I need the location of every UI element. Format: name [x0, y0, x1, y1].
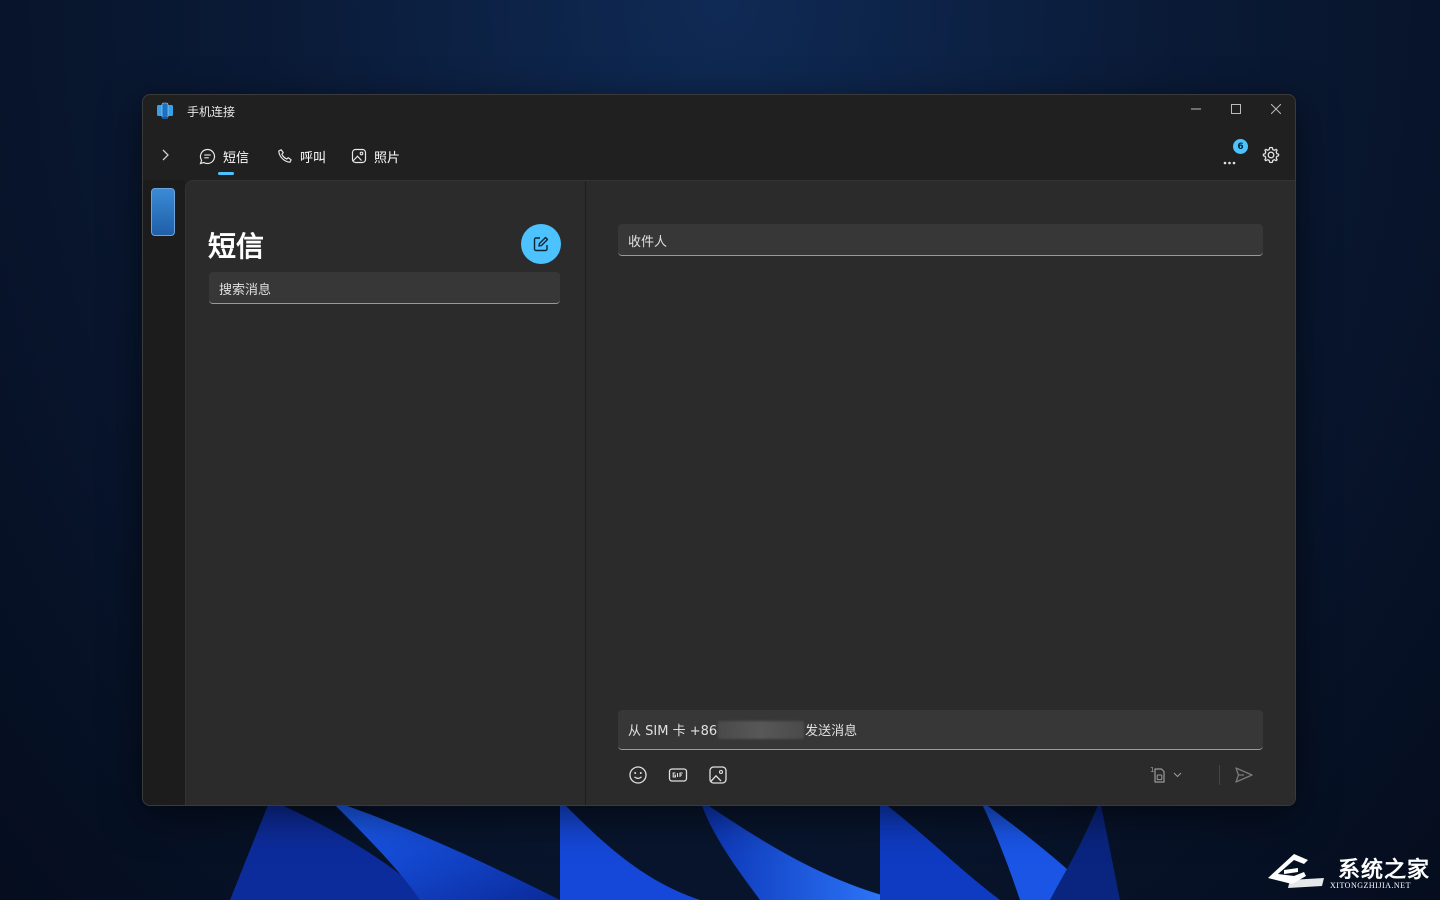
- active-tab-indicator: [218, 172, 234, 175]
- close-button[interactable]: [1256, 95, 1295, 123]
- toolbar-separator: [1219, 765, 1220, 785]
- emoji-button[interactable]: [626, 763, 650, 787]
- recipient-input[interactable]: 收件人: [618, 224, 1263, 256]
- page-title: 短信: [208, 230, 265, 263]
- chat-bubble-icon: [199, 148, 216, 164]
- notification-badge: 6: [1233, 139, 1248, 154]
- chevron-down-icon: [1173, 772, 1182, 778]
- tab-messages-label: 短信: [223, 150, 250, 166]
- send-button[interactable]: [1231, 763, 1257, 787]
- send-icon: [1235, 767, 1253, 783]
- search-placeholder: 搜索消息: [219, 283, 272, 298]
- tab-photos[interactable]: 照片: [351, 143, 400, 169]
- composer-suffix: 发送消息: [805, 724, 858, 739]
- title-bar[interactable]: 手机连接: [143, 95, 1295, 127]
- image-icon: [709, 766, 727, 784]
- message-composer-input[interactable]: 从 SIM 卡 +86 发送消息: [618, 710, 1263, 750]
- phone-icon: [278, 149, 292, 163]
- connected-phone-thumbnail[interactable]: [151, 188, 175, 236]
- watermark-url: XITONGZHIJIA.NET: [1330, 881, 1411, 890]
- app-title: 手机连接: [187, 105, 236, 119]
- expand-sidebar-button[interactable]: [153, 143, 177, 167]
- minimize-icon: [1191, 108, 1201, 110]
- maximize-button[interactable]: [1216, 95, 1256, 123]
- gif-button[interactable]: [666, 763, 690, 787]
- tab-calls[interactable]: 呼叫: [277, 143, 326, 169]
- gif-icon: [668, 768, 688, 782]
- emoji-icon: [629, 766, 647, 784]
- watermark-name: 系统之家: [1338, 858, 1431, 883]
- tab-calls-label: 呼叫: [300, 150, 327, 166]
- settings-button[interactable]: [1259, 143, 1283, 167]
- nav-bar: 短信 呼叫 照片: [143, 135, 1295, 179]
- compose-icon: [533, 236, 549, 252]
- recipient-placeholder: 收件人: [628, 235, 668, 250]
- redacted-phone-number: [718, 720, 805, 739]
- new-message-button[interactable]: [521, 224, 561, 264]
- attach-image-button[interactable]: [706, 763, 730, 787]
- tab-messages[interactable]: 短信: [199, 143, 249, 169]
- maximize-icon: [1231, 104, 1241, 114]
- close-icon: [1271, 104, 1281, 114]
- search-messages-input[interactable]: 搜索消息: [209, 272, 560, 304]
- image-icon: [351, 148, 367, 164]
- phone-link-app-icon: [157, 102, 173, 119]
- sim-selector-dropdown[interactable]: 1: [1147, 763, 1191, 787]
- sim-card-icon: 1: [1150, 766, 1165, 783]
- main-content: 短信 搜索消息 收件人 从 SIM 卡 +86 发送消息 1: [185, 180, 1295, 805]
- message-list-pane: 短信 搜索消息: [186, 181, 585, 805]
- composer-prefix: 从 SIM 卡 +86: [628, 724, 718, 739]
- conversation-pane: 收件人 从 SIM 卡 +86 发送消息 1: [586, 181, 1295, 805]
- phone-link-window: 手机连接 短信 呼叫 照片 6 短信 搜索消息 收件人 从 SIM 卡 +86 …: [142, 94, 1296, 806]
- gear-icon: [1262, 146, 1280, 164]
- chevron-right-icon: [162, 149, 169, 161]
- device-rail: [143, 180, 185, 805]
- minimize-button[interactable]: [1176, 95, 1216, 123]
- tab-photos-label: 照片: [374, 150, 401, 166]
- sim-slot-number: 1: [1150, 766, 1154, 774]
